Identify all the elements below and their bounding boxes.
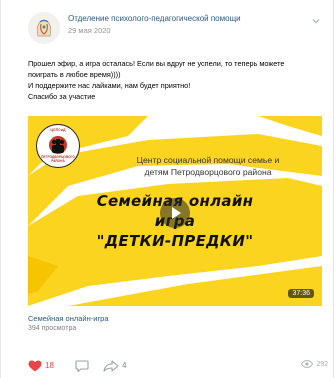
comment-button[interactable] xyxy=(75,360,89,374)
group-avatar[interactable] xyxy=(28,12,60,44)
video-views-count: 394 просмотра xyxy=(28,325,77,332)
more-chevron-icon[interactable] xyxy=(310,16,322,28)
post-card: Отделение психолого-педагогической помощ… xyxy=(0,0,334,378)
video-duration-badge: 37:36 xyxy=(288,289,314,298)
post-text-line: поиграть в любое время)))) xyxy=(28,70,121,79)
video-subtitle-line: Центр социальной помощи семье и xyxy=(136,155,280,165)
video-title-line: "ДЕТКИ-ПРЕДКИ" xyxy=(96,232,254,250)
post-text-line: Прошел эфир, а игра осталась! Если вы вд… xyxy=(28,59,285,68)
video-subtitle-line: детям Петродворцового района xyxy=(144,167,272,177)
play-icon xyxy=(172,207,181,219)
video-subtitle: Центр социальной помощи семье и детям Пе… xyxy=(108,154,308,178)
views-count: 292 xyxy=(316,360,328,368)
post-text: Прошел эфир, а игра осталась! Если вы вд… xyxy=(28,58,322,102)
post-date[interactable]: 29 мая 2020 xyxy=(68,26,111,35)
heart-icon xyxy=(28,360,42,372)
video-title-link[interactable]: Семейная онлайн-игра xyxy=(28,314,109,323)
comment-icon xyxy=(75,360,89,373)
center-logo: ЦСПСиД ПЕТРОДВОРЦОВОГО РАЙОНА xyxy=(36,124,80,168)
post-text-line: И поддержите нас лайками, нам будет прия… xyxy=(28,81,191,90)
like-count: 18 xyxy=(45,361,54,371)
play-button[interactable] xyxy=(160,198,190,228)
share-count: 4 xyxy=(122,361,127,371)
video-player[interactable]: ЦСПСиД ПЕТРОДВОРЦОВОГО РАЙОНА Центр соци… xyxy=(28,116,322,306)
post-views: 292 xyxy=(301,359,328,374)
share-arrow-icon xyxy=(103,360,119,372)
share-button[interactable]: 4 xyxy=(103,360,126,374)
post-text-line: Спасибо за участие xyxy=(28,92,96,101)
like-button[interactable]: 18 xyxy=(28,360,54,374)
post-actions: 18 4 292 xyxy=(28,359,328,376)
logo-text-bottom: ПЕТРОДВОРЦОВОГО РАЙОНА xyxy=(41,155,75,163)
post-header: Отделение психолого-педагогической помощ… xyxy=(28,12,328,48)
eye-icon xyxy=(301,359,314,369)
group-name-link[interactable]: Отделение психолого-педагогической помощ… xyxy=(68,14,241,23)
